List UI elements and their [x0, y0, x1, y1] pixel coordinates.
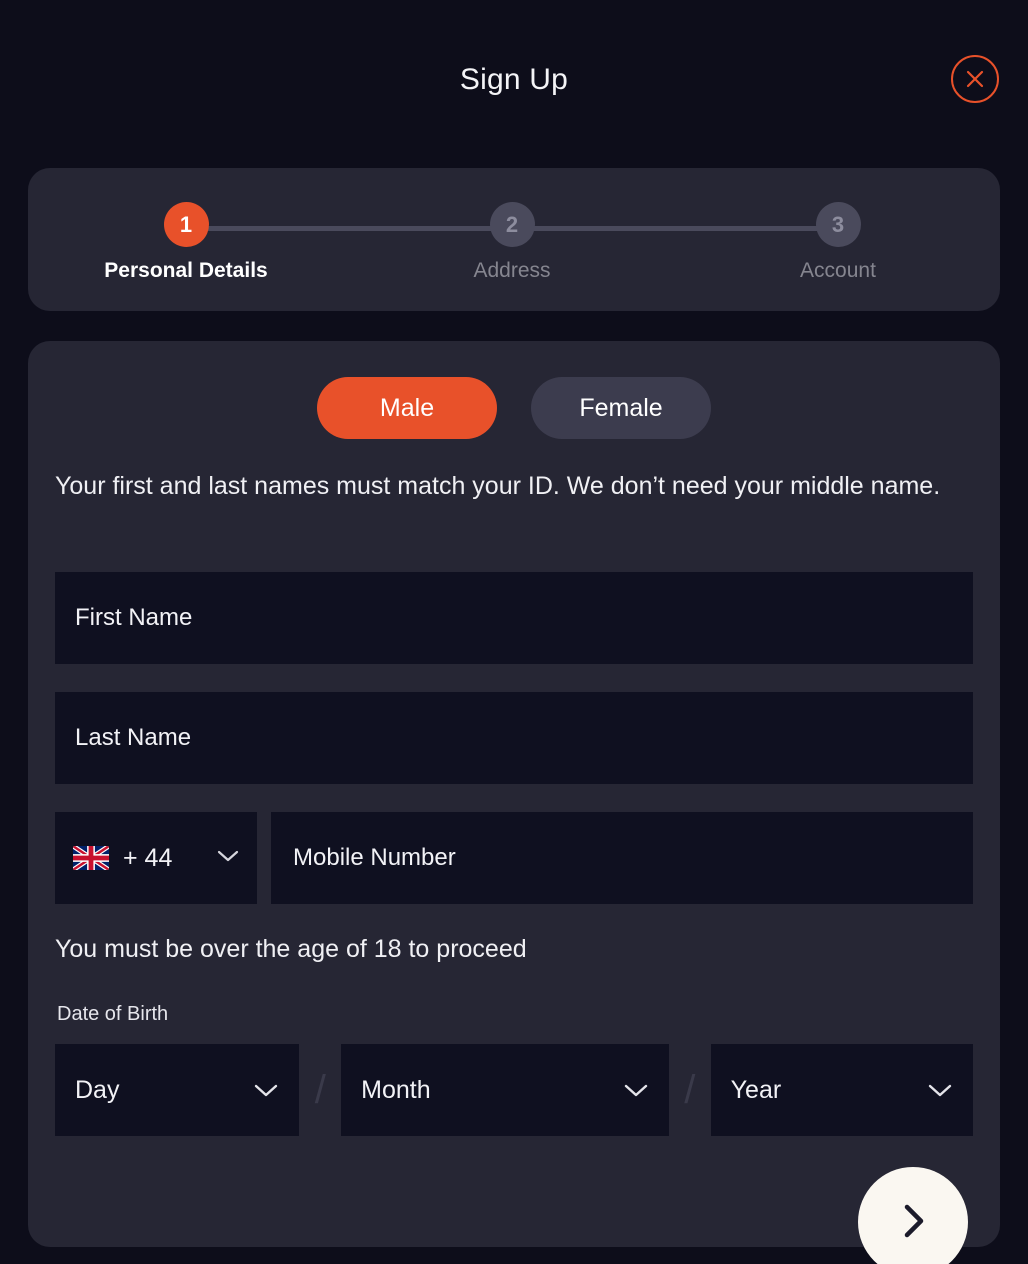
gender-male-button[interactable]: Male [317, 377, 497, 439]
mobile-number-input[interactable] [271, 812, 973, 904]
personal-details-form-panel: Male Female Your first and last names mu… [28, 341, 1000, 1247]
step-label-2: Address [473, 259, 551, 282]
dob-year-select[interactable]: Year [710, 1044, 973, 1136]
dob-day-select[interactable]: Day [55, 1044, 300, 1136]
age-requirement-notice: You must be over the age of 18 to procee… [55, 935, 527, 963]
date-separator-2: / [684, 1067, 696, 1112]
chevron-right-icon [898, 1200, 928, 1245]
stepper-panel: 1 Personal Details 2 Address 3 Account [28, 168, 1000, 311]
date-of-birth-row: Day / Month / Year [55, 1044, 973, 1136]
dob-month-value: Month [361, 1075, 431, 1104]
stepper-step-address[interactable]: 2 Address [402, 202, 622, 283]
last-name-input[interactable] [55, 692, 973, 784]
chevron-down-icon [253, 1076, 279, 1105]
uk-flag-icon [73, 846, 109, 870]
stepper-step-account[interactable]: 3 Account [728, 202, 948, 283]
date-separator-1: / [314, 1067, 326, 1112]
step-label-1: Personal Details [104, 259, 268, 282]
phone-row: + 44 [55, 812, 973, 904]
step-label-3: Account [800, 259, 876, 282]
close-icon [964, 68, 986, 90]
chevron-down-icon [927, 1076, 953, 1105]
step-number-badge-1: 1 [163, 202, 209, 247]
first-name-input[interactable] [55, 572, 973, 664]
country-code-select[interactable]: + 44 [55, 812, 257, 904]
signup-screen: Sign Up 1 Personal Details 2 Address 3 A… [0, 0, 1028, 1264]
gender-toggle-group: Male Female [28, 377, 1000, 439]
close-button[interactable] [951, 55, 999, 103]
dob-day-value: Day [75, 1075, 120, 1104]
step-number-badge-3: 3 [815, 202, 861, 247]
gender-female-button[interactable]: Female [531, 377, 711, 439]
page-title: Sign Up [459, 63, 569, 96]
dial-code-label: + 44 [123, 843, 173, 872]
dob-month-select[interactable]: Month [341, 1044, 669, 1136]
chevron-down-icon [623, 1076, 649, 1105]
name-help-text: Your first and last names must match you… [55, 472, 941, 500]
date-of-birth-label: Date of Birth [57, 1003, 169, 1025]
stepper: 1 Personal Details 2 Address 3 Account [28, 202, 1000, 292]
chevron-down-icon [217, 849, 239, 868]
dob-year-value: Year [730, 1075, 782, 1104]
step-number-badge-2: 2 [489, 202, 535, 247]
header: Sign Up [0, 0, 1028, 165]
stepper-step-personal-details[interactable]: 1 Personal Details [76, 202, 296, 283]
